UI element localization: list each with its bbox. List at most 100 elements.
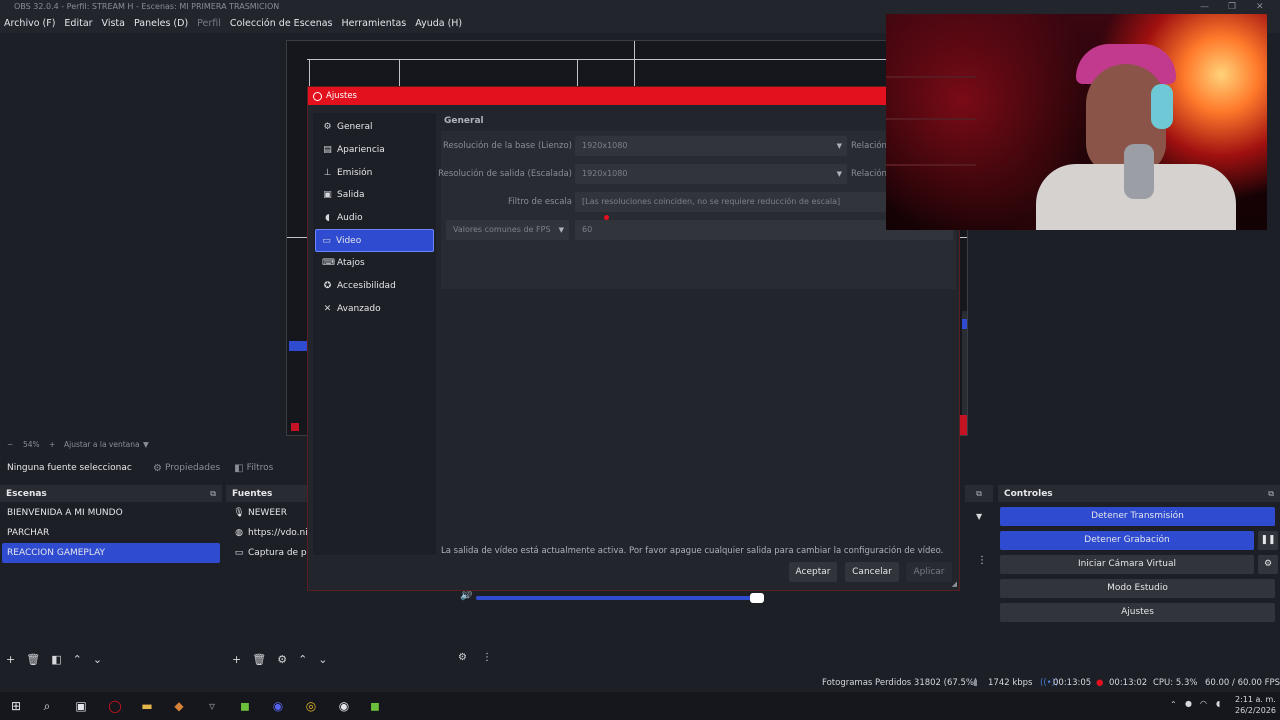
sources-footer: + 🗑 ⚙ ⌃ ⌄ [226,649,450,669]
fit-window-button[interactable]: Ajustar a la ventana [64,438,140,452]
chevron-down-icon[interactable]: ▼ [143,438,149,452]
volume-icon[interactable]: ◖ [1216,699,1220,708]
properties-button[interactable]: ⚙ Propiedades [153,463,220,474]
sources-title: Fuentes [232,488,273,499]
mic-icon[interactable]: ● [1185,699,1192,708]
settings-nav-item[interactable]: ✪ Accesibilidad [313,275,436,298]
settings-nav-label: Apariencia [337,145,385,156]
pause-icon[interactable]: ❚❚ [1258,531,1278,550]
appearance-icon: ▤ [323,145,332,156]
obs-icon[interactable]: ◉ [335,697,353,715]
gear-icon[interactable]: ⚙ [1258,555,1278,574]
menu-ayuda[interactable]: Ayuda (H) [415,18,462,29]
maximize-icon[interactable]: ❐ [1228,0,1236,14]
minecraft-icon[interactable]: ◼ [236,697,254,715]
studio-mode-button[interactable]: Modo Estudio [1000,579,1275,598]
mixer-settings-icon[interactable]: ⚙ [458,652,467,663]
search-icon[interactable]: ⌕ [38,697,56,715]
zoom-in-button[interactable]: + [49,438,55,452]
record-status-icon: ● [1096,678,1104,688]
menu-perfil[interactable]: Perfil [197,18,221,29]
add-icon[interactable]: + [6,653,15,666]
opera-icon[interactable]: ◯ [106,697,124,715]
obs-logo-icon [313,91,322,101]
trash-icon[interactable]: 🗑 [26,653,40,666]
mic-icon: 🎙 [233,508,245,518]
app-icon[interactable]: ◆ [170,697,188,715]
more-icon[interactable]: ⋮ [977,555,987,566]
trash-icon[interactable]: 🗑 [252,653,266,666]
menu-vista[interactable]: Vista [102,18,125,29]
undock-icon[interactable]: ⧉ [1268,489,1274,499]
network-icon: ▮ [973,678,978,688]
zoom-out-button[interactable]: − [7,438,13,452]
volume-slider-handle[interactable] [750,593,764,603]
undock-icon[interactable]: ⧉ [210,489,216,499]
monitor-icon: ▭ [234,548,244,558]
fps-type-select[interactable]: Valores comunes de FPS ▼ [446,220,569,240]
volume-slider[interactable] [476,596,764,600]
settings-nav-item[interactable]: ◖ Audio [313,207,436,230]
taskview-icon[interactable]: ▣ [72,697,90,715]
chevron-up-icon[interactable]: ⌃ [1170,700,1177,709]
scene-item[interactable]: PARCHAR [0,523,222,543]
scene-item[interactable]: BIENVENIDA A MI MUNDO [0,503,222,523]
menu-editar[interactable]: Editar [64,18,92,29]
output-res-label: Resolución de salida (Escalada) [438,169,572,179]
arrow-down-icon[interactable]: ⌄ [93,653,102,666]
menu-paneles[interactable]: Paneles (D) [134,18,188,29]
menu-archivo[interactable]: Archivo (F) [4,18,55,29]
chevron-down-icon[interactable]: ▼ [976,512,982,521]
settings-nav-item[interactable]: ⚙ General [313,116,436,139]
scale-filter-value: [Las resoluciones coinciden, no se requi… [582,197,841,206]
minecraft-icon[interactable]: ◼ [366,697,384,715]
chrome-icon[interactable]: ◎ [302,697,320,715]
clock-date[interactable]: 26/2/2026 [1235,706,1276,715]
settings-nav-item[interactable]: ⊥ Emisión [313,161,436,184]
ok-button[interactable]: Aceptar [789,562,837,582]
settings-nav-item[interactable]: ▤ Apariencia [313,139,436,162]
clock-time[interactable]: 2:11 a. m. [1235,695,1276,704]
settings-nav-label: Atajos [337,258,365,269]
more-icon[interactable]: ⋮ [482,652,492,663]
apply-button[interactable]: Aplicar [906,562,952,582]
settings-nav-item[interactable]: ⌨ Atajos [313,252,436,275]
scenes-dock-header: Escenas ⧉ [0,485,222,502]
discord-icon[interactable]: ◉ [269,697,287,715]
wifi-icon[interactable]: ◠ [1200,699,1207,708]
base-res-select[interactable]: 1920x1080 ▼ [575,136,847,156]
settings-dialog: Ajustes ⚙ General ▤ Apariencia ⊥ Emisión ▣ Sali… [307,86,960,591]
virtual-cam-button[interactable]: Iniciar Cámara Virtual [1000,555,1254,574]
windows-start-icon[interactable]: ⊞ [7,697,25,715]
resize-grip-icon[interactable]: ◢ [952,580,957,588]
minimize-icon[interactable]: — [1200,0,1209,14]
stop-stream-button[interactable]: Detener Transmisión [1000,507,1275,526]
arrow-up-icon[interactable]: ⌃ [73,653,82,666]
filter-icon[interactable]: ◧ [51,653,61,666]
settings-button[interactable]: Ajustes [1000,603,1275,622]
app-icon[interactable]: ▿ [203,697,221,715]
keyboard-icon: ⌨ [322,258,335,269]
menu-coleccion[interactable]: Colección de Escenas [230,18,333,29]
cancel-button[interactable]: Cancelar [845,562,899,582]
arrow-up-icon[interactable]: ⌃ [298,653,307,666]
filters-button[interactable]: ◧ Filtros [234,463,273,474]
volume-icon[interactable]: 🔊 [460,590,472,601]
folder-icon[interactable]: ▬ [138,697,156,715]
gear-icon[interactable]: ⚙ [277,653,287,666]
video-active-warning: La salida de vídeo está actualmente acti… [441,546,944,556]
settings-nav-item[interactable]: ▣ Salida [313,184,436,207]
output-res-select[interactable]: 1920x1080 ▼ [575,164,847,184]
arrow-down-icon[interactable]: ⌄ [318,653,327,666]
settings-nav-item[interactable]: ✕ Avanzado [313,298,436,321]
menu-herramientas[interactable]: Herramientas [342,18,407,29]
settings-nav-item[interactable]: ▭ Video [315,229,434,253]
add-icon[interactable]: + [232,653,241,666]
undock-icon[interactable]: ⧉ [965,485,993,502]
window-titlebar: OBS 32.0.4 - Perfil: STREAM H - Escenas:… [0,0,1280,14]
scene-item[interactable]: REACCION GAMEPLAY [2,543,220,563]
stop-record-button[interactable]: Detener Grabación [1000,531,1254,550]
close-icon[interactable]: ✕ [1256,0,1264,14]
source-label: Captura de par [248,548,316,558]
webcam-overlay [886,14,1267,230]
